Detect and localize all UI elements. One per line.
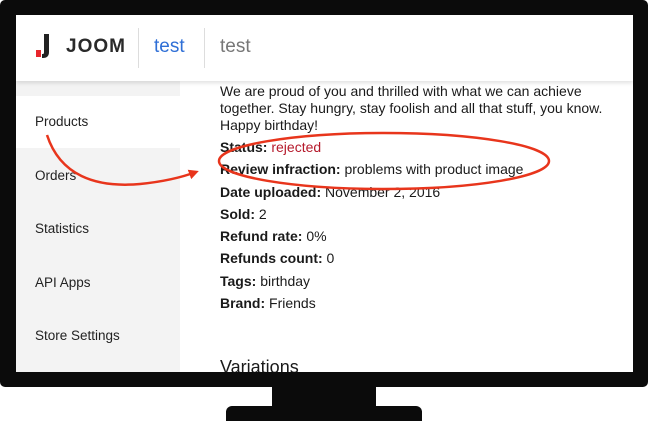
refunds-count-label: Refunds count:: [220, 250, 323, 267]
brand-label: Brand:: [220, 295, 266, 312]
variations-heading: Variations: [220, 357, 299, 372]
monitor-stand-neck: [272, 387, 376, 408]
breadcrumb-current: test: [220, 36, 251, 57]
brand-row: Brand: Friends: [220, 292, 630, 314]
sidebar-item-products[interactable]: Products: [16, 96, 180, 148]
sidebar-item-statistics[interactable]: Statistics: [16, 203, 180, 255]
app-screen: JOOM test test Products Orders Statistic…: [16, 15, 633, 372]
breadcrumb-store-link[interactable]: test: [154, 36, 185, 58]
date-uploaded-label: Date uploaded:: [220, 183, 322, 200]
sidebar-item-store-settings[interactable]: Store Settings: [16, 310, 180, 362]
sold-label: Sold:: [220, 205, 255, 222]
sidebar-item-api-apps[interactable]: API Apps: [16, 257, 180, 309]
sidebar: Products Orders Statistics API Apps Stor…: [16, 81, 180, 372]
status-row: Status: rejected: [220, 136, 630, 158]
sold-row: Sold: 2: [220, 203, 630, 225]
header-divider: [204, 28, 205, 68]
refunds-count-value: 0: [326, 250, 335, 267]
logo-text[interactable]: JOOM: [66, 36, 126, 58]
product-description: We are proud of you and thrilled with wh…: [220, 83, 603, 133]
product-details: We are proud of you and thrilled with wh…: [180, 81, 633, 372]
refund-rate-row: Refund rate: 0%: [220, 225, 630, 247]
status-label: Status:: [220, 139, 268, 155]
status-badge: rejected: [271, 139, 322, 155]
review-infraction-label: Review infraction:: [220, 161, 341, 178]
product-info: We are proud of you and thrilled with wh…: [220, 83, 630, 314]
refund-rate-label: Refund rate:: [220, 228, 303, 245]
brand-value: Friends: [269, 295, 316, 312]
review-infraction-value: problems with product image: [344, 161, 524, 178]
header-divider: [138, 28, 139, 68]
refunds-count-row: Refunds count: 0: [220, 247, 630, 269]
refund-rate-value: 0%: [306, 228, 327, 245]
date-uploaded-row: Date uploaded: November 2, 2016: [220, 181, 630, 203]
joom-logo-icon[interactable]: [36, 34, 50, 58]
tags-label: Tags:: [220, 272, 257, 289]
monitor-stand-foot: [226, 406, 422, 421]
sidebar-item-orders[interactable]: Orders: [16, 150, 180, 202]
tags-value: birthday: [260, 272, 311, 289]
app-header: JOOM test test: [16, 15, 633, 81]
sold-value: 2: [258, 205, 267, 222]
tags-row: Tags: birthday: [220, 270, 630, 292]
date-uploaded-value: November 2, 2016: [325, 183, 441, 200]
review-infraction-row: Review infraction: problems with product…: [220, 158, 630, 180]
